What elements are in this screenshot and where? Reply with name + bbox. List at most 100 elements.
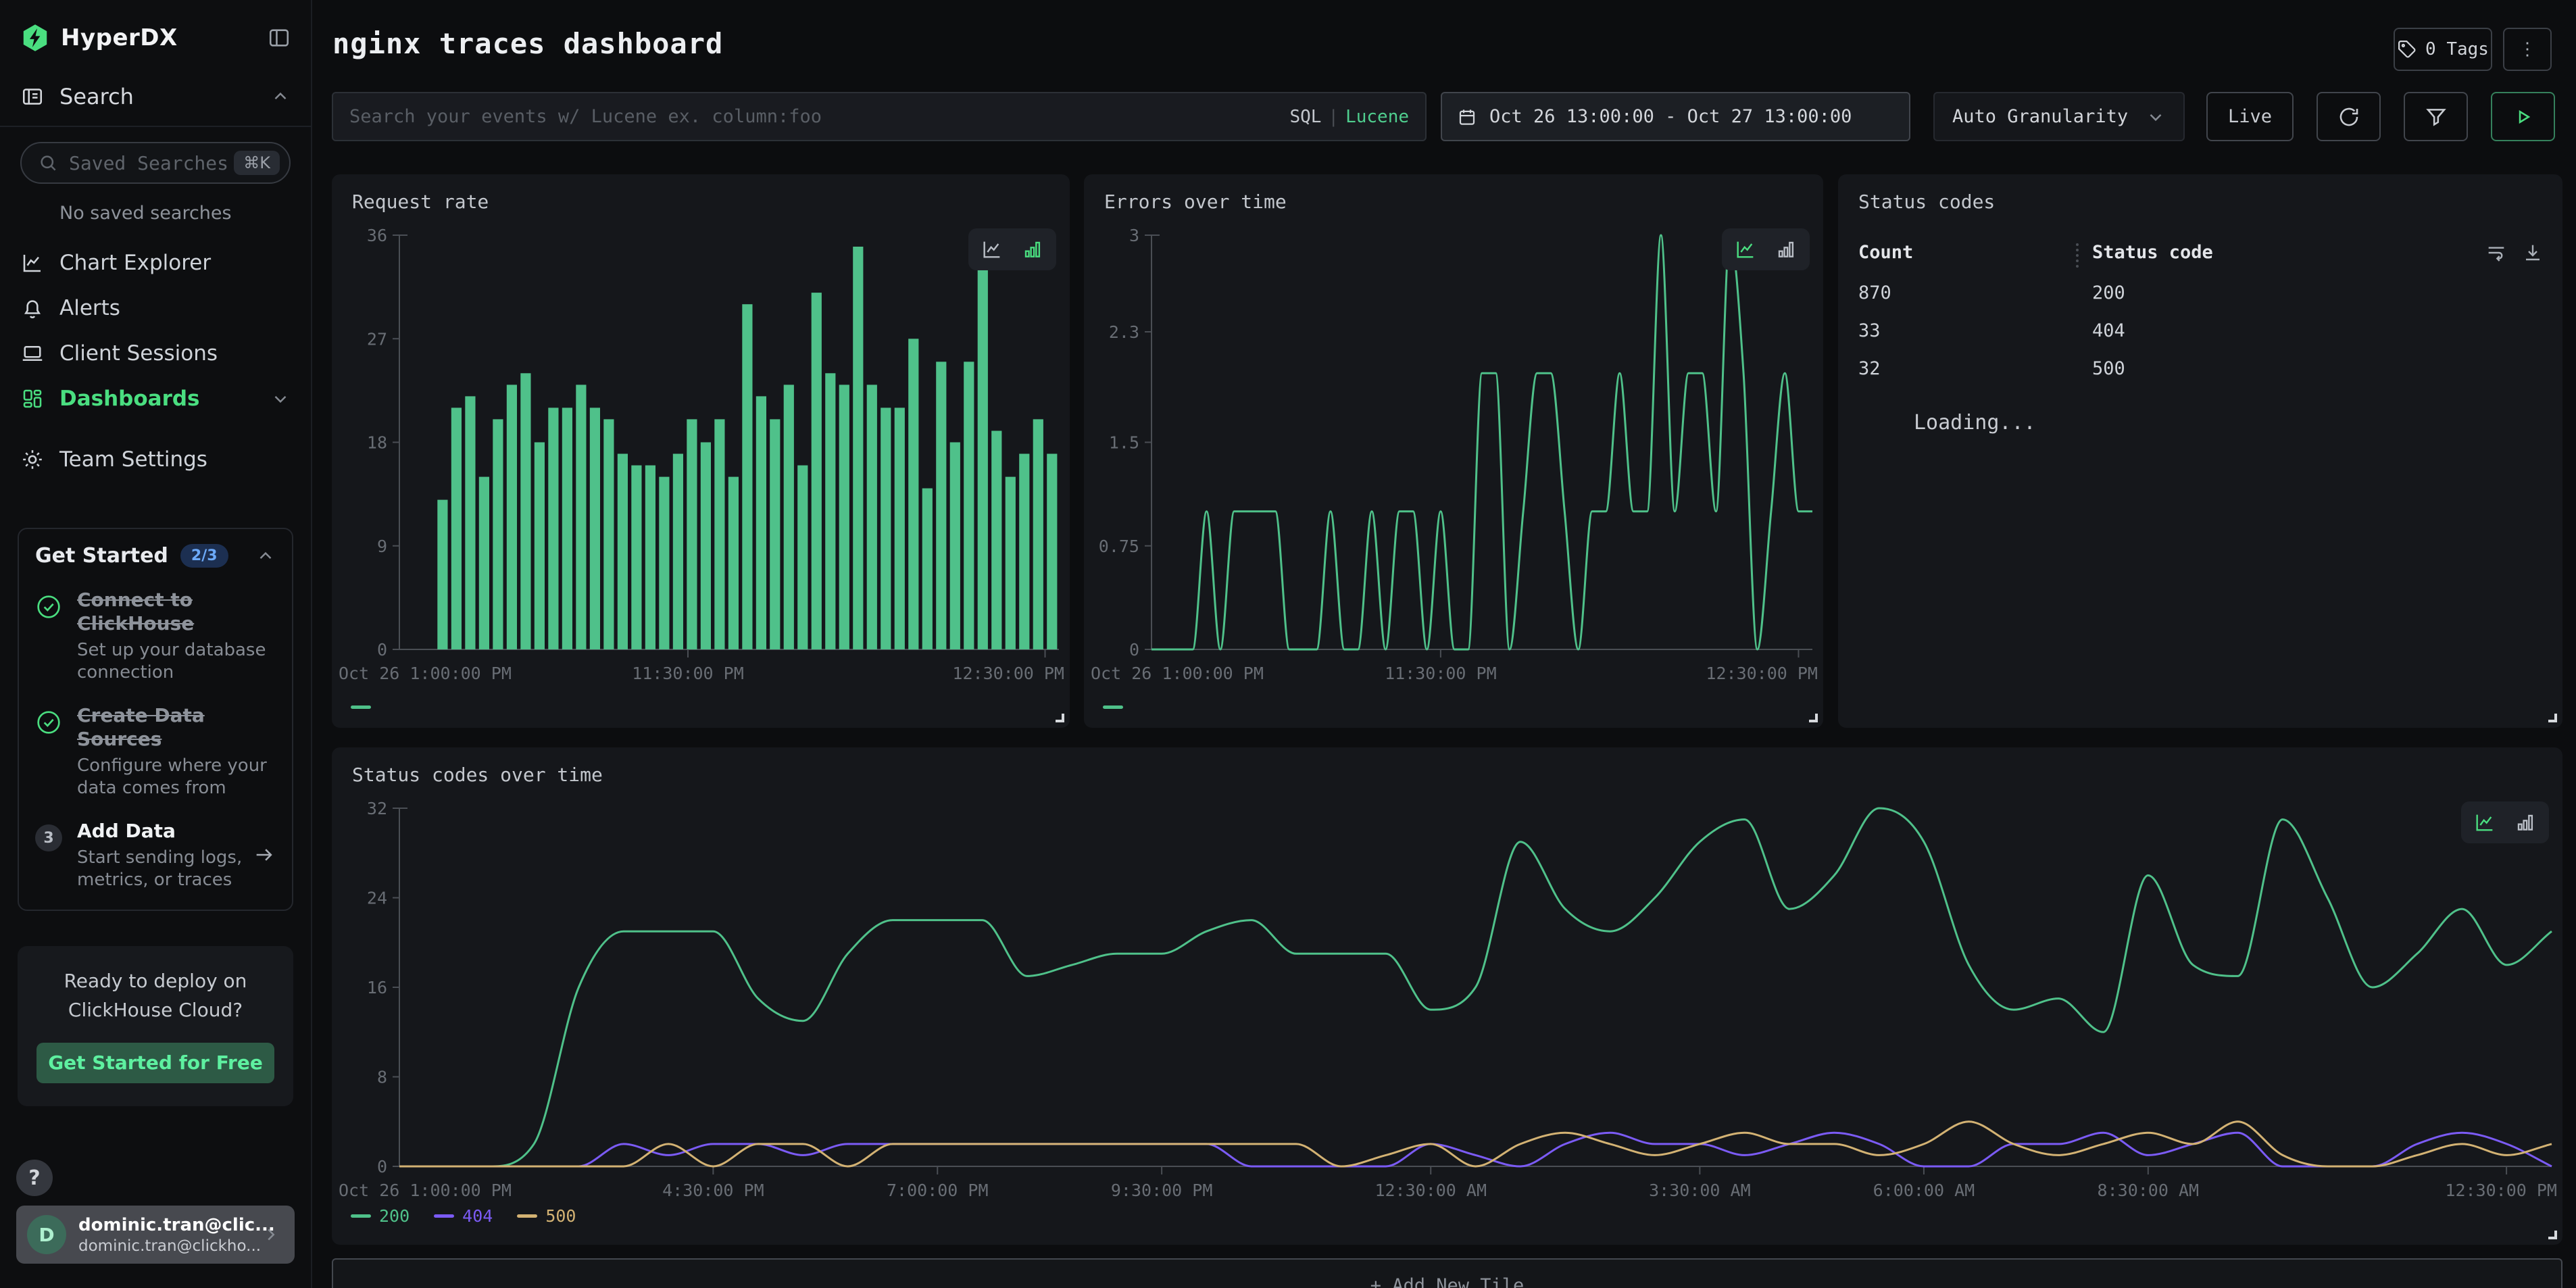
sidebar-item-alerts[interactable]: Alerts bbox=[0, 289, 311, 327]
panel-status-codes: Status codes Count Status code 870 200 bbox=[1838, 174, 2562, 728]
svg-text:8: 8 bbox=[377, 1068, 387, 1087]
help-button[interactable]: ? bbox=[16, 1160, 53, 1196]
step-title: Create Data Sources bbox=[77, 703, 276, 751]
svg-text:27: 27 bbox=[367, 329, 387, 349]
sidebar-item-label: Client Sessions bbox=[59, 341, 291, 366]
run-query-button[interactable] bbox=[2491, 92, 2555, 141]
column-header-count[interactable]: Count bbox=[1858, 242, 1913, 263]
download-icon[interactable] bbox=[2522, 242, 2544, 264]
column-resize-handle[interactable] bbox=[2076, 243, 2079, 268]
sidebar: HyperDX Search Saved Searches ⌘K N bbox=[0, 0, 312, 1288]
loading-indicator: Loading... bbox=[1914, 411, 2036, 435]
mode-separator: | bbox=[1328, 107, 1339, 127]
chevron-up-icon[interactable] bbox=[270, 86, 291, 107]
page-title: nginx traces dashboard bbox=[332, 27, 723, 60]
resize-grip[interactable] bbox=[1809, 714, 1818, 722]
bar-chart-toggle-icon[interactable] bbox=[2510, 807, 2541, 838]
event-search-bar: SQL | Lucene bbox=[332, 92, 1427, 141]
table-row[interactable]: 33 404 bbox=[1838, 320, 2562, 358]
line-chart-toggle-icon[interactable] bbox=[976, 234, 1008, 265]
sidebar-item-client-sessions[interactable]: Client Sessions bbox=[0, 335, 311, 372]
resize-grip[interactable] bbox=[2548, 1231, 2557, 1239]
step-title: Add Data bbox=[77, 819, 247, 843]
query-language-toggle[interactable]: SQL | Lucene bbox=[1289, 107, 1409, 127]
sidebar-item-dashboards[interactable]: Dashboards bbox=[0, 380, 311, 418]
refresh-icon bbox=[2337, 105, 2360, 128]
svg-text:Oct 26 1:00:00 PM: Oct 26 1:00:00 PM bbox=[1091, 664, 1264, 683]
kebab-icon: ⋮ bbox=[2519, 39, 2536, 59]
hyperdx-logo-icon bbox=[20, 23, 50, 53]
get-started-step-sources[interactable]: Create Data Sources Configure where your… bbox=[35, 703, 276, 799]
time-range-picker[interactable]: Oct 26 13:00:00 - Oct 27 13:00:00 bbox=[1441, 92, 1910, 141]
get-started-step-add-data[interactable]: 3 Add Data Start sending logs, metrics, … bbox=[35, 819, 276, 891]
check-circle-icon bbox=[35, 593, 62, 620]
kebab-menu-button[interactable]: ⋮ bbox=[2503, 28, 2552, 71]
granularity-select[interactable]: Auto Granularity bbox=[1933, 92, 2185, 141]
laptop-icon bbox=[20, 341, 45, 366]
sidebar-collapse-icon[interactable] bbox=[268, 26, 291, 49]
legend-item[interactable] bbox=[351, 705, 371, 709]
wrap-text-icon[interactable] bbox=[2485, 242, 2507, 264]
tags-label: 0 Tags bbox=[2425, 39, 2489, 59]
cell-status-code: 404 bbox=[2092, 320, 2125, 341]
get-started-progress-badge: 2/3 bbox=[180, 544, 228, 568]
step-desc: Configure where your data comes from bbox=[77, 755, 276, 799]
sidebar-item-search[interactable]: Search bbox=[0, 77, 311, 116]
tags-button[interactable]: 0 Tags bbox=[2394, 28, 2492, 71]
svg-text:3:30:00 AM: 3:30:00 AM bbox=[1649, 1181, 1751, 1200]
panel-request-rate: Request rate 09182736Oct 26 1:00:00 PM11… bbox=[332, 174, 1070, 728]
add-new-tile-button[interactable]: + Add New Tile bbox=[332, 1258, 2562, 1288]
get-started-free-button[interactable]: Get Started for Free bbox=[36, 1043, 274, 1083]
mode-sql[interactable]: SQL bbox=[1289, 107, 1321, 127]
cell-status-code: 200 bbox=[2092, 282, 2125, 303]
sidebar-item-label: Search bbox=[59, 84, 270, 109]
svg-text:9:30:00 PM: 9:30:00 PM bbox=[1111, 1181, 1213, 1200]
chart-type-toggle bbox=[2461, 801, 2549, 843]
bar-chart-toggle-icon[interactable] bbox=[1770, 234, 1802, 265]
get-started-header[interactable]: Get Started 2/3 bbox=[35, 544, 276, 568]
live-label: Live bbox=[2228, 106, 2272, 127]
svg-text:0.75: 0.75 bbox=[1099, 537, 1139, 556]
user-menu[interactable]: D dominic.tran@clic... dominic.tran@clic… bbox=[16, 1206, 295, 1264]
svg-text:9: 9 bbox=[377, 537, 387, 556]
search-icon bbox=[38, 153, 58, 173]
sidebar-item-chart-explorer[interactable]: Chart Explorer bbox=[0, 244, 311, 282]
user-name: dominic.tran@clic... bbox=[78, 1215, 261, 1235]
live-button[interactable]: Live bbox=[2206, 92, 2294, 141]
svg-text:24: 24 bbox=[367, 889, 387, 908]
chevron-up-icon[interactable] bbox=[255, 546, 276, 566]
table-row[interactable]: 32 500 bbox=[1838, 358, 2562, 396]
svg-text:18: 18 bbox=[367, 433, 387, 453]
sidebar-divider bbox=[0, 126, 311, 127]
resize-grip[interactable] bbox=[2548, 714, 2557, 722]
bar-chart-toggle-icon[interactable] bbox=[1017, 234, 1048, 265]
panel-status-codes-over-time: Status codes over time 08162432Oct 26 1:… bbox=[332, 747, 2562, 1245]
cell-count: 33 bbox=[1858, 320, 1881, 341]
mode-lucene[interactable]: Lucene bbox=[1345, 107, 1409, 127]
svg-text:1.5: 1.5 bbox=[1109, 433, 1139, 453]
filter-button[interactable] bbox=[2404, 92, 2468, 141]
granularity-value: Auto Granularity bbox=[1952, 106, 2128, 127]
chevron-right-icon bbox=[261, 1224, 281, 1245]
step-title: Connect to ClickHouse bbox=[77, 588, 276, 635]
column-header-status-code[interactable]: Status code bbox=[2092, 242, 2213, 263]
resize-grip[interactable] bbox=[1056, 714, 1064, 722]
legend-item[interactable] bbox=[1103, 705, 1123, 709]
get-started-card: Get Started 2/3 Connect to ClickHouse Se… bbox=[18, 528, 293, 911]
event-search-input[interactable] bbox=[349, 106, 1289, 127]
svg-text:11:30:00 PM: 11:30:00 PM bbox=[1385, 664, 1497, 683]
saved-searches-input[interactable]: Saved Searches ⌘K bbox=[20, 142, 291, 184]
line-chart-toggle-icon[interactable] bbox=[1730, 234, 1761, 265]
get-started-step-connect[interactable]: Connect to ClickHouse Set up your databa… bbox=[35, 588, 276, 683]
table-row[interactable]: 870 200 bbox=[1838, 282, 2562, 320]
add-new-tile-label: + Add New Tile bbox=[1370, 1275, 1525, 1288]
legend-item[interactable]: 404 bbox=[434, 1206, 493, 1226]
legend-item[interactable]: 500 bbox=[517, 1206, 576, 1226]
sidebar-item-team-settings[interactable]: Team Settings bbox=[0, 441, 311, 478]
search-nav-icon bbox=[20, 84, 45, 109]
cell-count: 870 bbox=[1858, 282, 1891, 303]
legend-item[interactable]: 200 bbox=[351, 1206, 410, 1226]
line-chart-toggle-icon[interactable] bbox=[2469, 807, 2500, 838]
shortcut-badge: ⌘K bbox=[234, 151, 280, 175]
refresh-button[interactable] bbox=[2317, 92, 2381, 141]
